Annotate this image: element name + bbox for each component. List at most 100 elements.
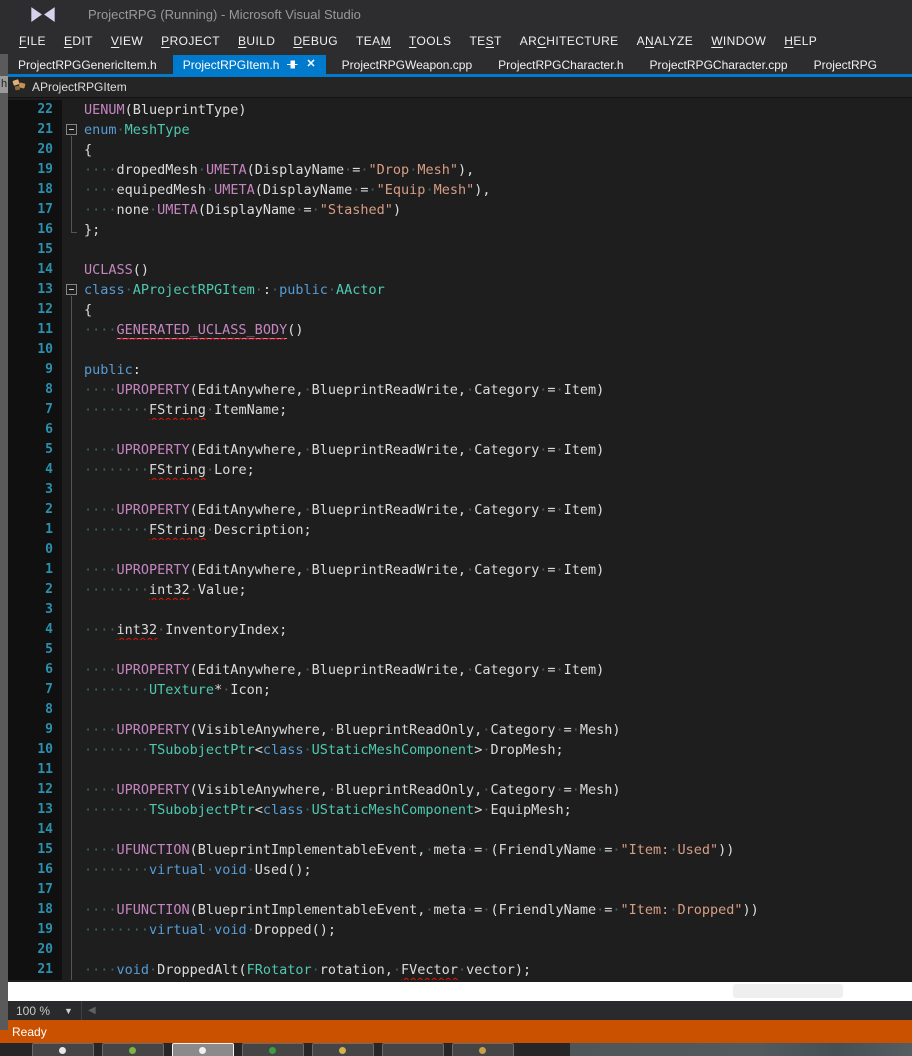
code-line[interactable]: 19····dropedMesh·UMETA(DisplayName·=·"Dr…	[8, 160, 912, 180]
line-number: 10	[8, 740, 62, 760]
tab-label: ProjectRPGCharacter.h	[498, 58, 623, 72]
code-line[interactable]: 12····UPROPERTY(VisibleAnywhere,·Bluepri…	[8, 780, 912, 800]
code-line[interactable]: 11····GENERATED_UCLASS_BODY()	[8, 320, 912, 340]
code-line[interactable]: 2····UPROPERTY(EditAnywhere,·BlueprintRe…	[8, 500, 912, 520]
code-line[interactable]: 7········FString·ItemName;	[8, 400, 912, 420]
code-line[interactable]: 20	[8, 940, 912, 960]
code-line[interactable]: 12{	[8, 300, 912, 320]
line-number: 19	[8, 160, 62, 180]
collapse-minus-icon[interactable]	[66, 284, 77, 295]
code-line[interactable]: 22UENUM(BlueprintType)	[8, 100, 912, 120]
menu-item-edit[interactable]: EDIT	[55, 30, 102, 52]
fold-margin	[62, 320, 82, 340]
dropdown-caret-icon[interactable]: ▼	[64, 1006, 73, 1016]
code-line[interactable]: 13class·AProjectRPGItem·:·public·AActor	[8, 280, 912, 300]
collapse-minus-icon[interactable]	[66, 124, 77, 135]
fold-margin	[62, 920, 82, 940]
code-line[interactable]: 7········UTexture*·Icon;	[8, 680, 912, 700]
code-line[interactable]: 17····none·UMETA(DisplayName·=·"Stashed"…	[8, 200, 912, 220]
code-line[interactable]: 16};	[8, 220, 912, 240]
zoom-dropdown[interactable]: 100 % ▼	[8, 1001, 81, 1020]
code-line[interactable]: 13········TSubobjectPtr<class·UStaticMes…	[8, 800, 912, 820]
line-number: 3	[8, 600, 62, 620]
code-line[interactable]: 8	[8, 700, 912, 720]
taskbar-button-5[interactable]	[312, 1043, 374, 1056]
menu-item-architecture[interactable]: ARCHITECTURE	[511, 30, 628, 52]
code-line[interactable]: 16········virtual·void·Used();	[8, 860, 912, 880]
menu-item-build[interactable]: BUILD	[229, 30, 284, 52]
tab-label: ProjectRPG	[814, 58, 877, 72]
fold-margin	[62, 500, 82, 520]
menu-item-analyze[interactable]: ANALYZE	[628, 30, 703, 52]
code-line[interactable]: 15····UFUNCTION(BlueprintImplementableEv…	[8, 840, 912, 860]
taskbar-button-2[interactable]	[102, 1043, 164, 1056]
tab-projectrpgweapon.cpp[interactable]: ProjectRPGWeapon.cpp	[332, 55, 483, 74]
menu-item-window[interactable]: WINDOW	[702, 30, 775, 52]
fold-margin	[62, 840, 82, 860]
taskbar-button-4[interactable]	[242, 1043, 304, 1056]
code-line[interactable]: 19········virtual·void·Dropped();	[8, 920, 912, 940]
code-text: ····equipedMesh·UMETA(DisplayName·=·"Equ…	[82, 180, 912, 200]
menu-item-help[interactable]: HELP	[775, 30, 826, 52]
taskbar-app-icon	[59, 1047, 66, 1054]
status-text: Ready	[12, 1025, 47, 1039]
code-line[interactable]: 9····UPROPERTY(VisibleAnywhere,·Blueprin…	[8, 720, 912, 740]
code-line[interactable]: 6	[8, 420, 912, 440]
code-line[interactable]: 4····int32·InventoryIndex;	[8, 620, 912, 640]
fold-margin	[62, 560, 82, 580]
code-text: ····UPROPERTY(VisibleAnywhere,·Blueprint…	[82, 780, 912, 800]
fold-margin	[62, 960, 82, 980]
horizontal-scrollbar[interactable]	[102, 1001, 912, 1020]
code-line[interactable]: 0	[8, 540, 912, 560]
code-line[interactable]: 1····UPROPERTY(EditAnywhere,·BlueprintRe…	[8, 560, 912, 580]
code-line[interactable]: 5	[8, 640, 912, 660]
tab-projectrpg[interactable]: ProjectRPG	[804, 55, 887, 74]
status-bar: Ready	[0, 1020, 912, 1043]
menu-item-file[interactable]: FILE	[10, 30, 55, 52]
code-line[interactable]: 14	[8, 820, 912, 840]
code-line[interactable]: 11	[8, 760, 912, 780]
taskbar-buttons	[32, 1043, 522, 1056]
menu-item-project[interactable]: PROJECT	[152, 30, 229, 52]
code-editor[interactable]: 22UENUM(BlueprintType)21enum·MeshType20{…	[8, 98, 912, 982]
code-line[interactable]: 1········FString·Description;	[8, 520, 912, 540]
code-line[interactable]: 3	[8, 480, 912, 500]
tab-projectrpggenericitem.h[interactable]: ProjectRPGGenericItem.h	[8, 55, 167, 74]
code-line[interactable]: 15	[8, 240, 912, 260]
code-line[interactable]: 14UCLASS()	[8, 260, 912, 280]
code-line[interactable]: 6····UPROPERTY(EditAnywhere,·BlueprintRe…	[8, 660, 912, 680]
code-line[interactable]: 18····equipedMesh·UMETA(DisplayName·=·"E…	[8, 180, 912, 200]
scope-dropdown[interactable]: AProjectRPGItem	[32, 80, 127, 94]
code-line[interactable]: 21enum·MeshType	[8, 120, 912, 140]
taskbar-button-7[interactable]	[452, 1043, 514, 1056]
tab-projectrpgcharacter.cpp[interactable]: ProjectRPGCharacter.cpp	[640, 55, 798, 74]
code-text	[82, 480, 912, 500]
tab-projectrpgitem.h[interactable]: ProjectRPGItem.h✕	[173, 55, 326, 74]
code-line[interactable]: 9public:	[8, 360, 912, 380]
pin-icon[interactable]	[287, 59, 298, 70]
menu-item-tools[interactable]: TOOLS	[400, 30, 460, 52]
menu-item-view[interactable]: VIEW	[102, 30, 152, 52]
code-line[interactable]: 10	[8, 340, 912, 360]
menu-item-debug[interactable]: DEBUG	[284, 30, 347, 52]
code-line[interactable]: 4········FString·Lore;	[8, 460, 912, 480]
code-line[interactable]: 8····UPROPERTY(EditAnywhere,·BlueprintRe…	[8, 380, 912, 400]
menu-item-team[interactable]: TEAM	[347, 30, 400, 52]
tab-projectrpgcharacter.h[interactable]: ProjectRPGCharacter.h	[488, 55, 633, 74]
navigation-bar[interactable]: AProjectRPGItem	[8, 77, 912, 98]
code-line[interactable]: 2········int32·Value;	[8, 580, 912, 600]
taskbar-button-1[interactable]	[32, 1043, 94, 1056]
scroll-left-arrow-icon[interactable]: ◀	[82, 1005, 102, 1016]
code-line[interactable]: 21····void·DroppedAlt(FRotator·rotation,…	[8, 960, 912, 980]
code-line[interactable]: 20{	[8, 140, 912, 160]
close-icon[interactable]: ✕	[306, 59, 315, 70]
code-text: UENUM(BlueprintType)	[82, 100, 912, 120]
code-line[interactable]: 3	[8, 600, 912, 620]
taskbar-button-6[interactable]	[382, 1043, 444, 1056]
menu-item-test[interactable]: TEST	[460, 30, 510, 52]
code-line[interactable]: 17	[8, 880, 912, 900]
code-line[interactable]: 10········TSubobjectPtr<class·UStaticMes…	[8, 740, 912, 760]
taskbar-button-3[interactable]	[172, 1043, 234, 1056]
code-line[interactable]: 18····UFUNCTION(BlueprintImplementableEv…	[8, 900, 912, 920]
code-line[interactable]: 5····UPROPERTY(EditAnywhere,·BlueprintRe…	[8, 440, 912, 460]
